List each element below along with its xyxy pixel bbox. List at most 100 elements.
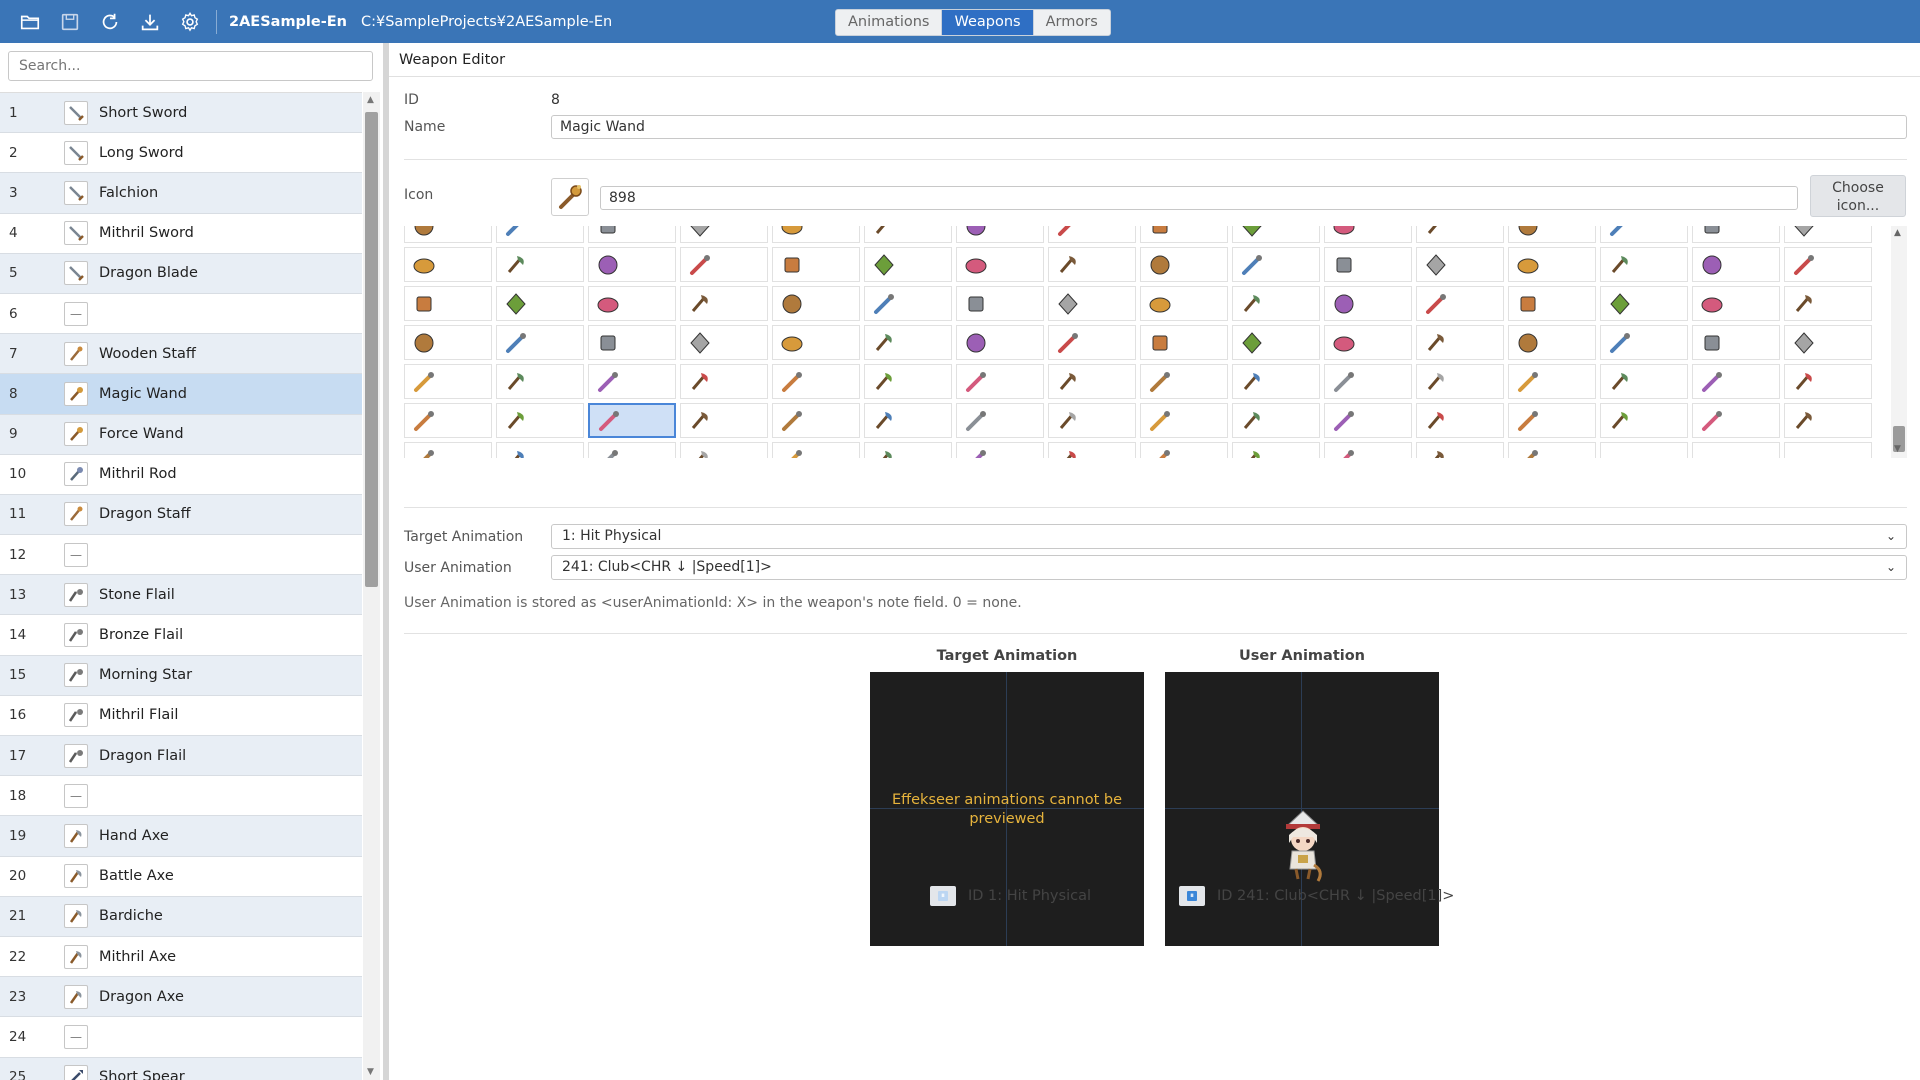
- icon-cell[interactable]: [1232, 226, 1320, 243]
- icon-cell[interactable]: [1140, 226, 1228, 243]
- icon-cell[interactable]: [956, 226, 1044, 243]
- icon-cell[interactable]: [588, 247, 676, 282]
- icon-cell[interactable]: [588, 286, 676, 321]
- search-input[interactable]: [8, 51, 373, 81]
- icon-cell[interactable]: [1232, 247, 1320, 282]
- icon-cell[interactable]: [864, 325, 952, 360]
- icon-cell[interactable]: [1600, 364, 1688, 399]
- icon-cell[interactable]: [496, 403, 584, 438]
- icon-cell[interactable]: [772, 226, 860, 243]
- icon-cell[interactable]: [1784, 403, 1872, 438]
- icon-cell[interactable]: [588, 226, 676, 243]
- list-item[interactable]: 2 Long Sword: [0, 133, 362, 174]
- icon-cell[interactable]: [404, 403, 492, 438]
- icon-cell[interactable]: [1324, 403, 1412, 438]
- save-icon[interactable]: [50, 0, 90, 43]
- list-scrollbar[interactable]: ▲ ▼: [363, 92, 380, 1080]
- icon-cell[interactable]: [1140, 364, 1228, 399]
- list-item[interactable]: 19 Hand Axe: [0, 816, 362, 857]
- name-field[interactable]: Magic Wand: [551, 115, 1907, 139]
- icon-cell[interactable]: [956, 247, 1044, 282]
- icon-cell[interactable]: [1416, 364, 1504, 399]
- list-item[interactable]: 1 Short Sword: [0, 93, 362, 134]
- list-item[interactable]: 6—: [0, 293, 362, 335]
- icon-cell[interactable]: [1508, 247, 1596, 282]
- icon-cell[interactable]: [1784, 364, 1872, 399]
- icon-cell[interactable]: [1416, 286, 1504, 321]
- icon-cell[interactable]: [496, 442, 584, 458]
- icon-cell[interactable]: [1692, 226, 1780, 243]
- icon-cell[interactable]: [1508, 442, 1596, 458]
- icon-cell[interactable]: [1692, 286, 1780, 321]
- list-item[interactable]: 10 Mithril Rod: [0, 454, 362, 495]
- list-item[interactable]: 23 Dragon Axe: [0, 977, 362, 1018]
- icon-cell[interactable]: [1600, 286, 1688, 321]
- icon-cell[interactable]: [680, 364, 768, 399]
- icon-cell[interactable]: [1232, 364, 1320, 399]
- icon-grid-scrollbar[interactable]: ▲ ▼: [1891, 226, 1907, 458]
- list-item[interactable]: 7 Wooden Staff: [0, 334, 362, 375]
- icon-cell[interactable]: [956, 286, 1044, 321]
- icon-cell[interactable]: [404, 247, 492, 282]
- scroll-down-icon[interactable]: ▼: [1894, 444, 1901, 454]
- icon-cell[interactable]: [1048, 286, 1136, 321]
- icon-cell[interactable]: [1508, 364, 1596, 399]
- icon-cell[interactable]: [1324, 325, 1412, 360]
- icon-cell[interactable]: [1508, 226, 1596, 243]
- choose-icon-button[interactable]: Choose icon...: [1810, 175, 1906, 217]
- list-item[interactable]: 20 Battle Axe: [0, 856, 362, 897]
- icon-cell[interactable]: [404, 442, 492, 458]
- icon-cell[interactable]: [680, 247, 768, 282]
- icon-cell[interactable]: [496, 247, 584, 282]
- icon-cell[interactable]: [1416, 226, 1504, 243]
- tab-animations[interactable]: Animations: [836, 10, 943, 35]
- icon-cell[interactable]: [1416, 325, 1504, 360]
- list-item[interactable]: 12 —: [0, 535, 362, 576]
- icon-cell[interactable]: [1784, 247, 1872, 282]
- icon-cell[interactable]: [404, 364, 492, 399]
- icon-cell[interactable]: [1140, 442, 1228, 458]
- gear-icon[interactable]: [170, 0, 210, 43]
- icon-cell[interactable]: [1232, 286, 1320, 321]
- icon-cell[interactable]: [956, 442, 1044, 458]
- icon-cell[interactable]: [404, 226, 492, 243]
- icon-cell[interactable]: [680, 286, 768, 321]
- user-play-button[interactable]: ⏸: [1179, 886, 1205, 906]
- icon-cell[interactable]: [1600, 226, 1688, 243]
- icon-cell[interactable]: [772, 325, 860, 360]
- icon-cell[interactable]: [1784, 325, 1872, 360]
- list-item[interactable]: 11 Dragon Staff: [0, 494, 362, 536]
- icon-cell[interactable]: [1600, 442, 1688, 458]
- icon-cell[interactable]: [588, 364, 676, 399]
- icon-cell[interactable]: [1692, 364, 1780, 399]
- icon-cell[interactable]: [1508, 325, 1596, 360]
- icon-cell[interactable]: [1416, 247, 1504, 282]
- scrollbar-thumb[interactable]: [365, 112, 378, 587]
- icon-cell[interactable]: [1508, 286, 1596, 321]
- icon-cell[interactable]: [680, 325, 768, 360]
- list-item[interactable]: 5 Dragon Blade: [0, 253, 362, 294]
- scroll-up-icon[interactable]: ▲: [1894, 228, 1901, 238]
- icon-cell[interactable]: [1232, 403, 1320, 438]
- icon-cell[interactable]: [1784, 286, 1872, 321]
- icon-cell[interactable]: [1416, 442, 1504, 458]
- icon-cell[interactable]: [1324, 364, 1412, 399]
- icon-cell[interactable]: [772, 364, 860, 399]
- icon-cell[interactable]: [1692, 325, 1780, 360]
- icon-cell[interactable]: [404, 286, 492, 321]
- icon-cell[interactable]: [1692, 442, 1780, 458]
- icon-cell[interactable]: [864, 247, 952, 282]
- list-item[interactable]: 4 Mithril Sword: [0, 213, 362, 254]
- icon-cell[interactable]: [1324, 247, 1412, 282]
- icon-cell[interactable]: [864, 442, 952, 458]
- icon-cell[interactable]: [1324, 442, 1412, 458]
- tab-armors[interactable]: Armors: [1033, 10, 1110, 35]
- list-item[interactable]: 3 Falchion: [0, 173, 362, 214]
- icon-cell[interactable]: [1048, 442, 1136, 458]
- icon-cell[interactable]: [1692, 247, 1780, 282]
- list-item[interactable]: 21 Bardiche: [0, 896, 362, 937]
- icon-cell[interactable]: [588, 325, 676, 360]
- icon-cell[interactable]: [864, 403, 952, 438]
- icon-cell[interactable]: [1508, 403, 1596, 438]
- icon-cell[interactable]: [864, 286, 952, 321]
